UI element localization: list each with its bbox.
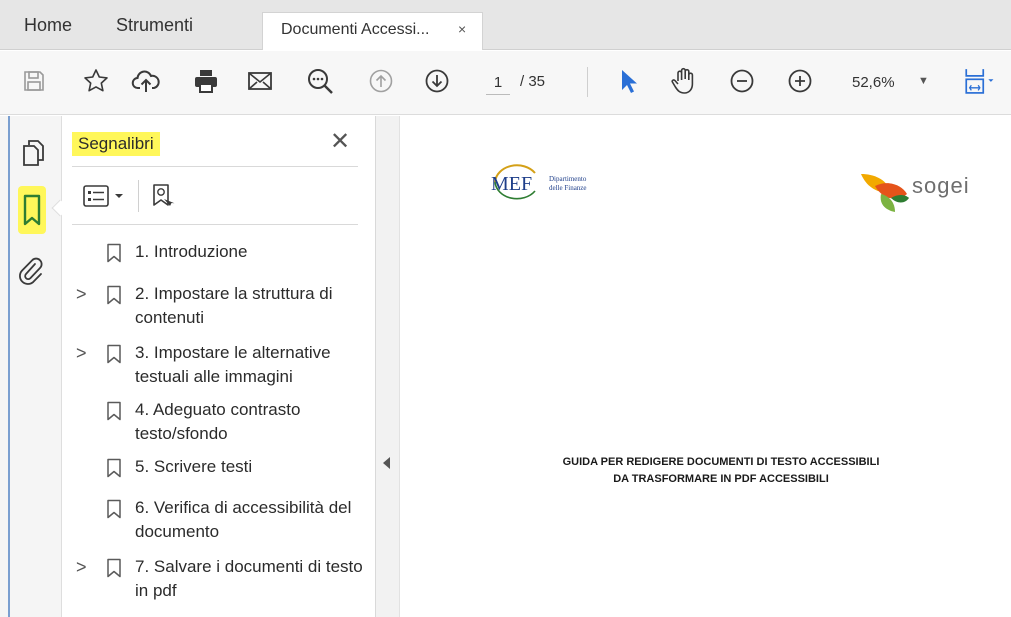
hand-tool-icon[interactable] (667, 64, 701, 98)
search-icon[interactable] (303, 64, 337, 98)
printer-icon[interactable] (189, 64, 223, 98)
mef-mark: MEF (491, 173, 532, 195)
document-title: GUIDA PER REDIGERE DOCUMENTI DI TESTO AC… (511, 454, 931, 488)
options-menu-button[interactable] (82, 182, 128, 215)
document-page: MEF Dipartimento delle Finanze sogei GUI… (401, 116, 1011, 617)
panel-splitter[interactable] (376, 116, 400, 617)
bookmark-icon (106, 558, 122, 583)
zoom-value[interactable]: 52,6% (852, 74, 895, 91)
expand-chevron-icon[interactable]: > (76, 557, 87, 578)
bookmark-label: 7. Salvare i documenti di testo in pdf (135, 557, 363, 600)
attachment-icon[interactable] (16, 256, 46, 291)
bookmark-label: 6. Verifica di accessibilità del documen… (135, 498, 352, 541)
expand-chevron-icon[interactable]: > (76, 343, 87, 364)
sogei-logo (857, 164, 913, 221)
panel-toolbar-separator (138, 180, 139, 212)
mef-caption-line: delle Finanze (549, 184, 587, 192)
page-number-input[interactable]: 1 (486, 71, 510, 95)
select-cursor-icon[interactable] (611, 64, 645, 98)
zoom-dropdown-icon[interactable]: ▼ (918, 75, 929, 87)
zoom-out-icon[interactable] (725, 64, 759, 98)
pages-icon[interactable] (20, 138, 46, 173)
save-icon[interactable] (17, 64, 51, 98)
page-up-icon[interactable] (364, 64, 398, 98)
bookmark-item[interactable]: 1. Introduzione (62, 240, 376, 266)
bookmark-label: 2. Impostare la struttura di contenuti (135, 284, 333, 327)
mail-icon[interactable] (243, 64, 277, 98)
find-bookmark-icon[interactable] (150, 182, 178, 215)
zoom-in-icon[interactable] (783, 64, 817, 98)
bookmark-icon (106, 344, 122, 369)
bookmark-icon (106, 285, 122, 310)
panel-title: Segnalibri (72, 132, 160, 156)
cloud-upload-icon[interactable] (129, 64, 163, 98)
bookmark-label: 3. Impostare le alternative testuali all… (135, 343, 331, 386)
bookmark-item[interactable]: > 2. Impostare la struttura di contenuti (62, 282, 376, 332)
tab-document-label: Documenti Accessi... (281, 21, 430, 38)
bookmark-label: 1. Introduzione (135, 242, 248, 261)
document-title-line: DA TRASFORMARE IN PDF ACCESSIBILI (613, 473, 829, 485)
bookmark-item[interactable]: 6. Verifica di accessibilità del documen… (62, 496, 376, 546)
bookmark-icon[interactable] (18, 186, 46, 234)
toolbar: 1 / 35 52,6% ▼ (0, 51, 1011, 115)
bookmark-item[interactable]: 5. Scrivere testi (62, 455, 376, 481)
bookmark-item[interactable]: 4. Adeguato contrasto testo/sfondo (62, 398, 376, 448)
mef-caption: Dipartimento delle Finanze (549, 175, 587, 193)
fit-page-icon[interactable] (962, 64, 996, 98)
tab-document[interactable]: Documenti Accessi... × (262, 12, 483, 50)
panel-close-button[interactable]: ✕ (330, 127, 350, 156)
collapse-panel-icon[interactable] (383, 457, 390, 469)
bookmark-icon (106, 499, 122, 524)
mef-logo: MEF (487, 162, 547, 207)
star-icon[interactable] (79, 64, 113, 98)
divider (72, 224, 358, 225)
bookmark-item[interactable]: > 7. Salvare i documenti di testo in pdf (62, 555, 376, 605)
document-title-line: GUIDA PER REDIGERE DOCUMENTI DI TESTO AC… (562, 456, 880, 468)
toolbar-separator (587, 67, 588, 97)
page-total-label: / 35 (520, 73, 546, 90)
rail-edge (8, 116, 10, 617)
bookmark-icon (106, 458, 122, 483)
expand-chevron-icon[interactable]: > (76, 284, 87, 305)
tab-close-button[interactable]: × (458, 21, 466, 37)
bookmarks-panel: Segnalibri ✕ 1. Introduzione > 2. Impost… (62, 116, 376, 617)
tab-tools[interactable]: Strumenti (116, 0, 193, 50)
bookmark-icon (106, 243, 122, 268)
mef-caption-line: Dipartimento (549, 175, 587, 183)
page-down-icon[interactable] (420, 64, 454, 98)
sogei-wordmark: sogei (912, 173, 970, 198)
bookmark-label: 5. Scrivere testi (135, 457, 253, 476)
tab-bar: Home Strumenti Documenti Accessi... × (0, 0, 1011, 50)
bookmark-label: 4. Adeguato contrasto testo/sfondo (135, 400, 301, 443)
tab-home[interactable]: Home (24, 0, 72, 50)
divider (72, 166, 358, 167)
bookmark-item[interactable]: > 3. Impostare le alternative testuali a… (62, 341, 376, 391)
bookmark-icon (106, 401, 122, 426)
